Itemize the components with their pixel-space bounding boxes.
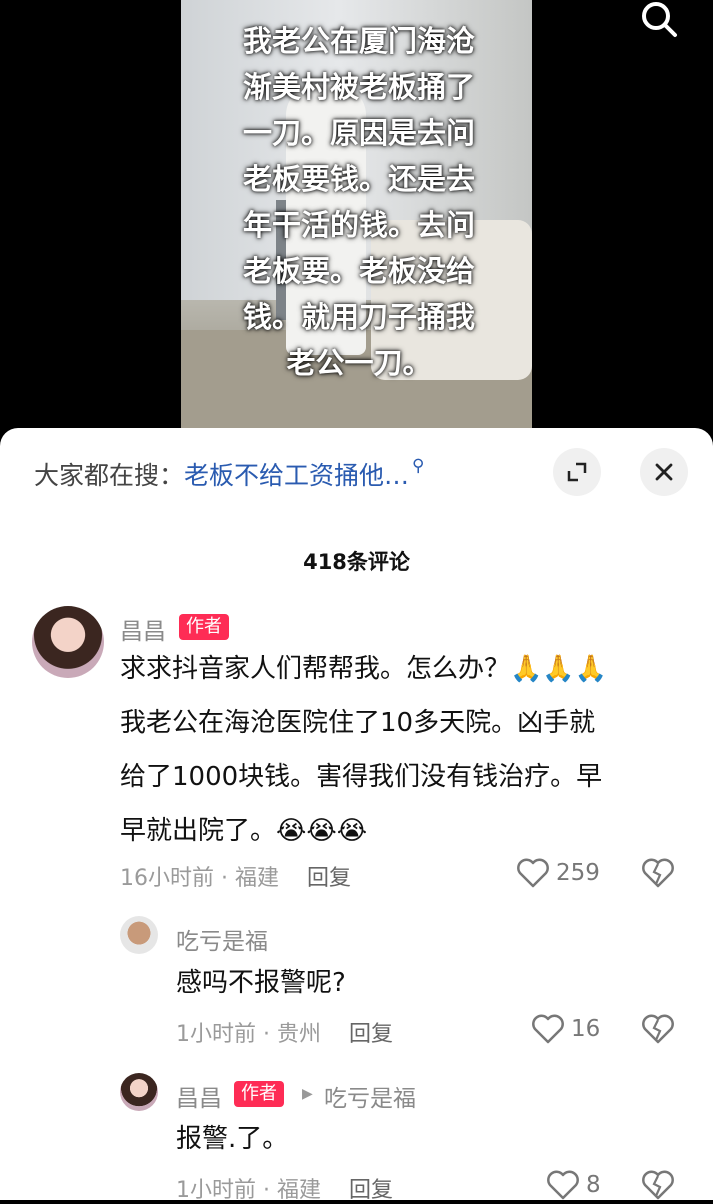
expand-icon xyxy=(567,462,587,482)
author-badge: 作者 xyxy=(179,614,229,640)
comment-meta: 16小时前 · 福建 回复 xyxy=(120,860,351,892)
like-button[interactable]: 16 xyxy=(531,1014,600,1044)
broken-heart-icon xyxy=(642,1014,674,1044)
dislike-button[interactable] xyxy=(641,858,675,892)
comment-meta: 1小时前 · 福建 回复 xyxy=(176,1172,393,1204)
heart-icon xyxy=(547,1170,579,1200)
comment-username[interactable]: 昌昌 xyxy=(120,612,166,646)
heart-icon xyxy=(532,1014,564,1044)
hot-search-term[interactable]: 老板不给工资捅他… xyxy=(184,461,409,490)
expand-button[interactable] xyxy=(553,448,601,496)
close-button[interactable] xyxy=(640,448,688,496)
dislike-button[interactable] xyxy=(641,1170,675,1204)
avatar[interactable] xyxy=(120,1073,158,1111)
reply-button[interactable]: 回复 xyxy=(307,866,351,891)
like-button[interactable]: 8 xyxy=(546,1170,601,1200)
reply-to-arrow-icon: ▶ xyxy=(302,1086,313,1102)
reply-button[interactable]: 回复 xyxy=(349,1178,393,1203)
comment-text: 报警.了。 xyxy=(176,1124,289,1154)
like-count: 259 xyxy=(556,860,600,886)
comment-time-location: 1小时前 · 福建 xyxy=(176,1178,321,1203)
comment-text: 感吗不报警呢? xyxy=(176,968,346,998)
video-caption: 我老公在厦门海沧 渐美村被老板捅了 一刀。原因是去问 老板要钱。还是去 年干活的… xyxy=(242,24,475,380)
comment-meta: 1小时前 · 贵州 回复 xyxy=(176,1016,393,1048)
hot-search-prefix: 大家都在搜： xyxy=(34,461,185,490)
author-badge: 作者 xyxy=(234,1081,284,1107)
heart-icon xyxy=(517,858,549,888)
hot-search-bar[interactable]: 大家都在搜：老板不给工资捅他… ⚲ xyxy=(34,456,424,492)
comment-sheet: 大家都在搜：老板不给工资捅他… ⚲ 418条评论 昌昌 作者 求求抖音家人们帮帮我… xyxy=(0,428,713,1203)
dislike-button[interactable] xyxy=(641,1014,675,1048)
like-count: 8 xyxy=(586,1172,601,1198)
like-button[interactable]: 259 xyxy=(516,858,600,888)
comment-time-location: 1小时前 · 贵州 xyxy=(176,1022,321,1047)
avatar[interactable] xyxy=(120,916,158,954)
comment-username[interactable]: 吃亏是福 xyxy=(176,922,268,956)
comment-time-location: 16小时前 · 福建 xyxy=(120,866,279,891)
like-count: 16 xyxy=(571,1016,601,1042)
broken-heart-icon xyxy=(642,1170,674,1200)
reply-to-username[interactable]: 吃亏是福 xyxy=(324,1079,416,1113)
close-icon xyxy=(655,463,673,481)
reply-button[interactable]: 回复 xyxy=(349,1022,393,1047)
comment-count: 418条评论 xyxy=(303,550,410,574)
broken-heart-icon xyxy=(642,858,674,888)
comment-text: 求求抖音家人们帮帮我。怎么办？🙏🙏🙏 我老公在海沧医院住了10多天院。凶手就 给… xyxy=(120,654,608,846)
search-icon[interactable] xyxy=(637,0,681,40)
video-player[interactable]: 我老公在厦门海沧 渐美村被老板捅了 一刀。原因是去问 老板要钱。还是去 年干活的… xyxy=(181,0,532,428)
comment-username[interactable]: 昌昌 xyxy=(176,1079,222,1113)
search-small-icon: ⚲ xyxy=(412,456,425,476)
avatar[interactable] xyxy=(32,606,104,678)
